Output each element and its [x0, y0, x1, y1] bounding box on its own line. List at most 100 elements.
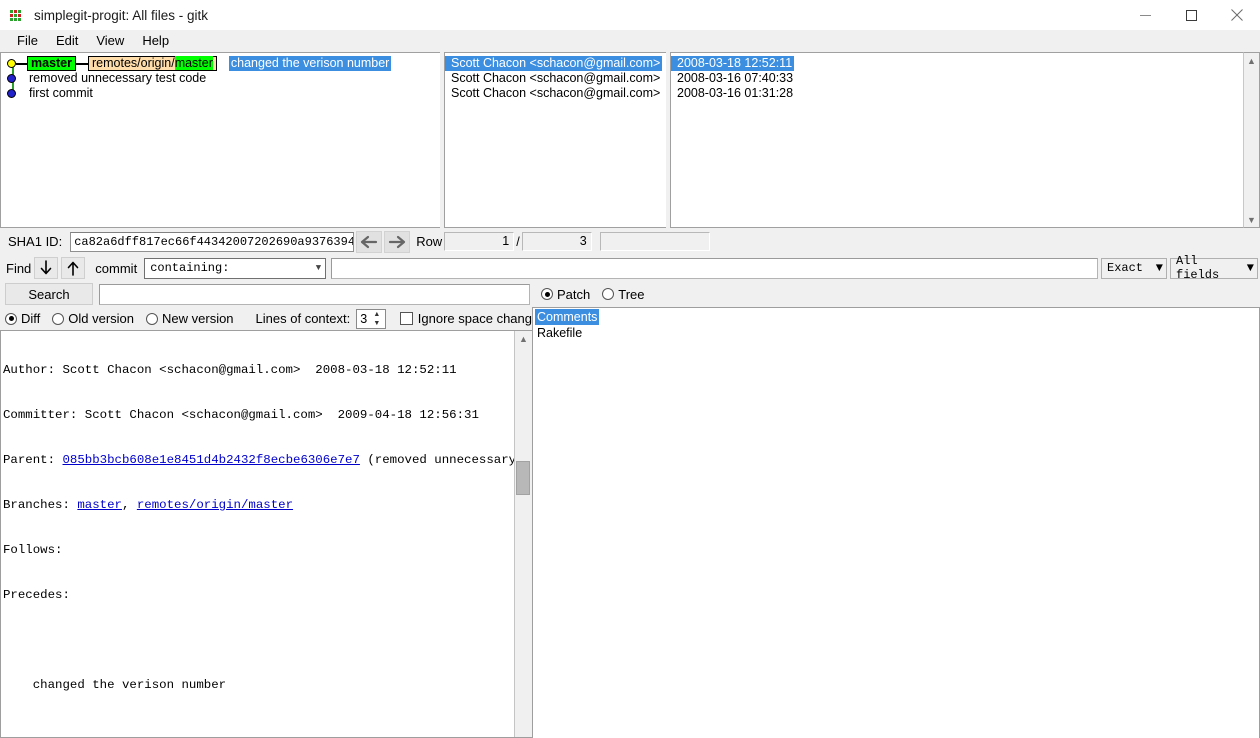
diff-line: Precedes: — [3, 588, 70, 602]
commit-row[interactable]: first commit — [1, 86, 440, 101]
author-row: Scott Chacon <schacon@gmail.com> — [445, 56, 666, 71]
find-mode-value: containing: — [150, 261, 230, 275]
author-rows: Scott Chacon <schacon@gmail.com> Scott C… — [445, 53, 666, 101]
find-match-type-value: Exact — [1107, 261, 1144, 275]
branch-link-remote-master[interactable]: remotes/origin/master — [137, 498, 293, 512]
ignore-space-checkbox[interactable] — [399, 312, 413, 325]
close-button[interactable] — [1214, 0, 1260, 30]
menu-edit[interactable]: Edit — [47, 31, 87, 51]
sha1-toolbar: SHA1 ID: ca82a6dff817ec66f44342007202690… — [0, 228, 1260, 255]
commit-row[interactable]: removed unnecessary test code — [1, 71, 440, 86]
radio-diff-label: Diff — [21, 311, 41, 326]
commit-graph-pane[interactable]: master remotes/origin/master changed the… — [0, 52, 440, 228]
radio-diff-icon — [5, 312, 17, 325]
find-next-button[interactable] — [34, 257, 59, 279]
diff-scrollbar[interactable]: ▲ — [514, 331, 532, 737]
commit-node-icon — [7, 74, 16, 83]
commit-list-area: master remotes/origin/master changed the… — [0, 52, 1260, 228]
find-mode-select[interactable]: containing: ▼ — [144, 257, 327, 279]
graph-node-cell — [1, 86, 27, 101]
branch-tag-remote-master[interactable]: remotes/origin/master — [88, 56, 217, 71]
lines-of-context-stepper[interactable]: 3 ▲ ▼ — [356, 308, 386, 329]
find-field-scope-select[interactable]: All fields ▼ — [1170, 254, 1258, 282]
parent-prefix: Parent: — [3, 453, 63, 467]
row-total-input[interactable]: 3 — [521, 232, 592, 251]
commit-date: 2008-03-16 07:40:33 — [677, 71, 794, 85]
file-panel: Patch Tree Comments Rakefile — [532, 281, 1260, 738]
patch-tree-toggle: Patch Tree — [532, 281, 1260, 307]
commit-date: 2008-03-16 01:31:28 — [677, 86, 794, 100]
radio-tree[interactable]: Tree — [602, 286, 645, 302]
next-commit-button[interactable] — [384, 230, 411, 253]
radio-tree-label: Tree — [618, 286, 645, 302]
author-column-pane[interactable]: Scott Chacon <schacon@gmail.com> Scott C… — [444, 52, 666, 228]
remote-prefix: remotes/origin/ — [92, 56, 175, 70]
diff-line-parent: Parent: 085bb3bcb608e1e8451d4b2432f8ecbe… — [3, 453, 514, 468]
diff-line-message: changed the verison number — [3, 678, 227, 692]
menu-help[interactable]: Help — [133, 31, 178, 51]
date-row: 2008-03-18 12:52:11 — [671, 56, 1243, 71]
prev-commit-button[interactable] — [356, 230, 383, 253]
find-query-input[interactable] — [331, 257, 1098, 279]
branch-tag-master[interactable]: master — [27, 56, 76, 71]
commit-headline: removed unnecessary test code — [29, 71, 207, 85]
file-list-item[interactable]: Rakefile — [533, 325, 1259, 341]
find-match-type-select[interactable]: Exact ▼ — [1101, 257, 1167, 279]
radio-diff[interactable]: Diff — [5, 311, 40, 326]
scroll-up-icon[interactable]: ▲ — [1244, 53, 1259, 68]
diff-text[interactable]: Author: Scott Chacon <schacon@gmail.com>… — [1, 331, 514, 737]
scroll-up-icon[interactable]: ▲ — [516, 331, 531, 346]
menu-file[interactable]: File — [8, 31, 47, 51]
graph-node-cell — [1, 71, 27, 86]
commit-row[interactable]: master remotes/origin/master changed the… — [1, 56, 440, 71]
author-name: Scott Chacon <schacon@gmail.com> — [445, 56, 663, 71]
radio-old-version-icon — [52, 312, 65, 325]
search-input[interactable] — [99, 283, 530, 305]
lines-of-context-label: Lines of context: — [255, 311, 351, 326]
row-label: Row — [416, 234, 443, 249]
find-toolbar: Find commit containing: ▼ Exact ▼ All fi… — [0, 254, 1260, 282]
find-scope-label: commit — [95, 260, 138, 276]
diff-line: Author: Scott Chacon <schacon@gmail.com>… — [3, 363, 457, 377]
branches-separator: , — [121, 498, 137, 512]
file-list[interactable]: Comments Rakefile — [532, 307, 1260, 738]
parent-suffix: (removed unnecessary test c — [367, 453, 514, 467]
chevron-down-icon: ▼ — [1246, 261, 1254, 275]
chevron-down-icon: ▼ — [1155, 261, 1163, 275]
radio-new-version-icon — [146, 312, 159, 325]
stepper-arrows-icon[interactable]: ▲ ▼ — [371, 311, 383, 327]
radio-patch-label: Patch — [557, 286, 591, 302]
commit-headline: changed the verison number — [228, 56, 392, 71]
date-column-pane[interactable]: 2008-03-18 12:52:11 2008-03-16 07:40:33 … — [670, 52, 1243, 228]
minimize-button[interactable] — [1122, 0, 1168, 30]
gitk-window: simplegit-progit: All files - gitk File … — [0, 0, 1260, 738]
diff-scroll-thumb[interactable] — [516, 461, 530, 495]
sha1-label: SHA1 ID: — [8, 234, 63, 249]
lower-area: Search Diff Old version New version Line… — [0, 281, 1260, 738]
file-list-item[interactable]: Comments — [533, 309, 1259, 325]
sha1-input[interactable]: ca82a6dff817ec66f44342007202690a93763949 — [70, 231, 355, 252]
row-current-input[interactable]: 1 — [444, 232, 515, 251]
radio-patch[interactable]: Patch — [541, 287, 590, 302]
radio-new-version[interactable]: New version — [146, 311, 234, 326]
maximize-button[interactable] — [1168, 0, 1214, 30]
find-prev-button[interactable] — [61, 257, 86, 279]
branch-link-master[interactable]: master — [77, 498, 122, 512]
scroll-down-icon[interactable]: ▼ — [1244, 212, 1259, 227]
author-name: Scott Chacon <schacon@gmail.com> — [451, 71, 661, 85]
chevron-down-icon: ▼ — [315, 263, 322, 273]
search-button[interactable]: Search — [5, 283, 93, 305]
radio-old-version[interactable]: Old version — [52, 311, 134, 326]
diff-line — [3, 633, 514, 648]
diff-line: Follows: — [3, 543, 63, 557]
commit-graph-rows: master remotes/origin/master changed the… — [1, 53, 440, 101]
search-toolbar: Search — [0, 281, 532, 307]
parent-sha-link[interactable]: 085bb3bcb608e1e8451d4b2432f8ecbe6306e7e7 — [63, 453, 360, 467]
lines-of-context-value: 3 — [360, 311, 368, 326]
commit-list-scrollbar[interactable]: ▲ ▼ — [1243, 52, 1260, 228]
window-title: simplegit-progit: All files - gitk — [34, 7, 209, 23]
author-name: Scott Chacon <schacon@gmail.com> — [451, 86, 661, 100]
row-extra-input[interactable] — [599, 232, 710, 251]
radio-new-version-label: New version — [162, 311, 234, 326]
menu-view[interactable]: View — [87, 31, 133, 51]
